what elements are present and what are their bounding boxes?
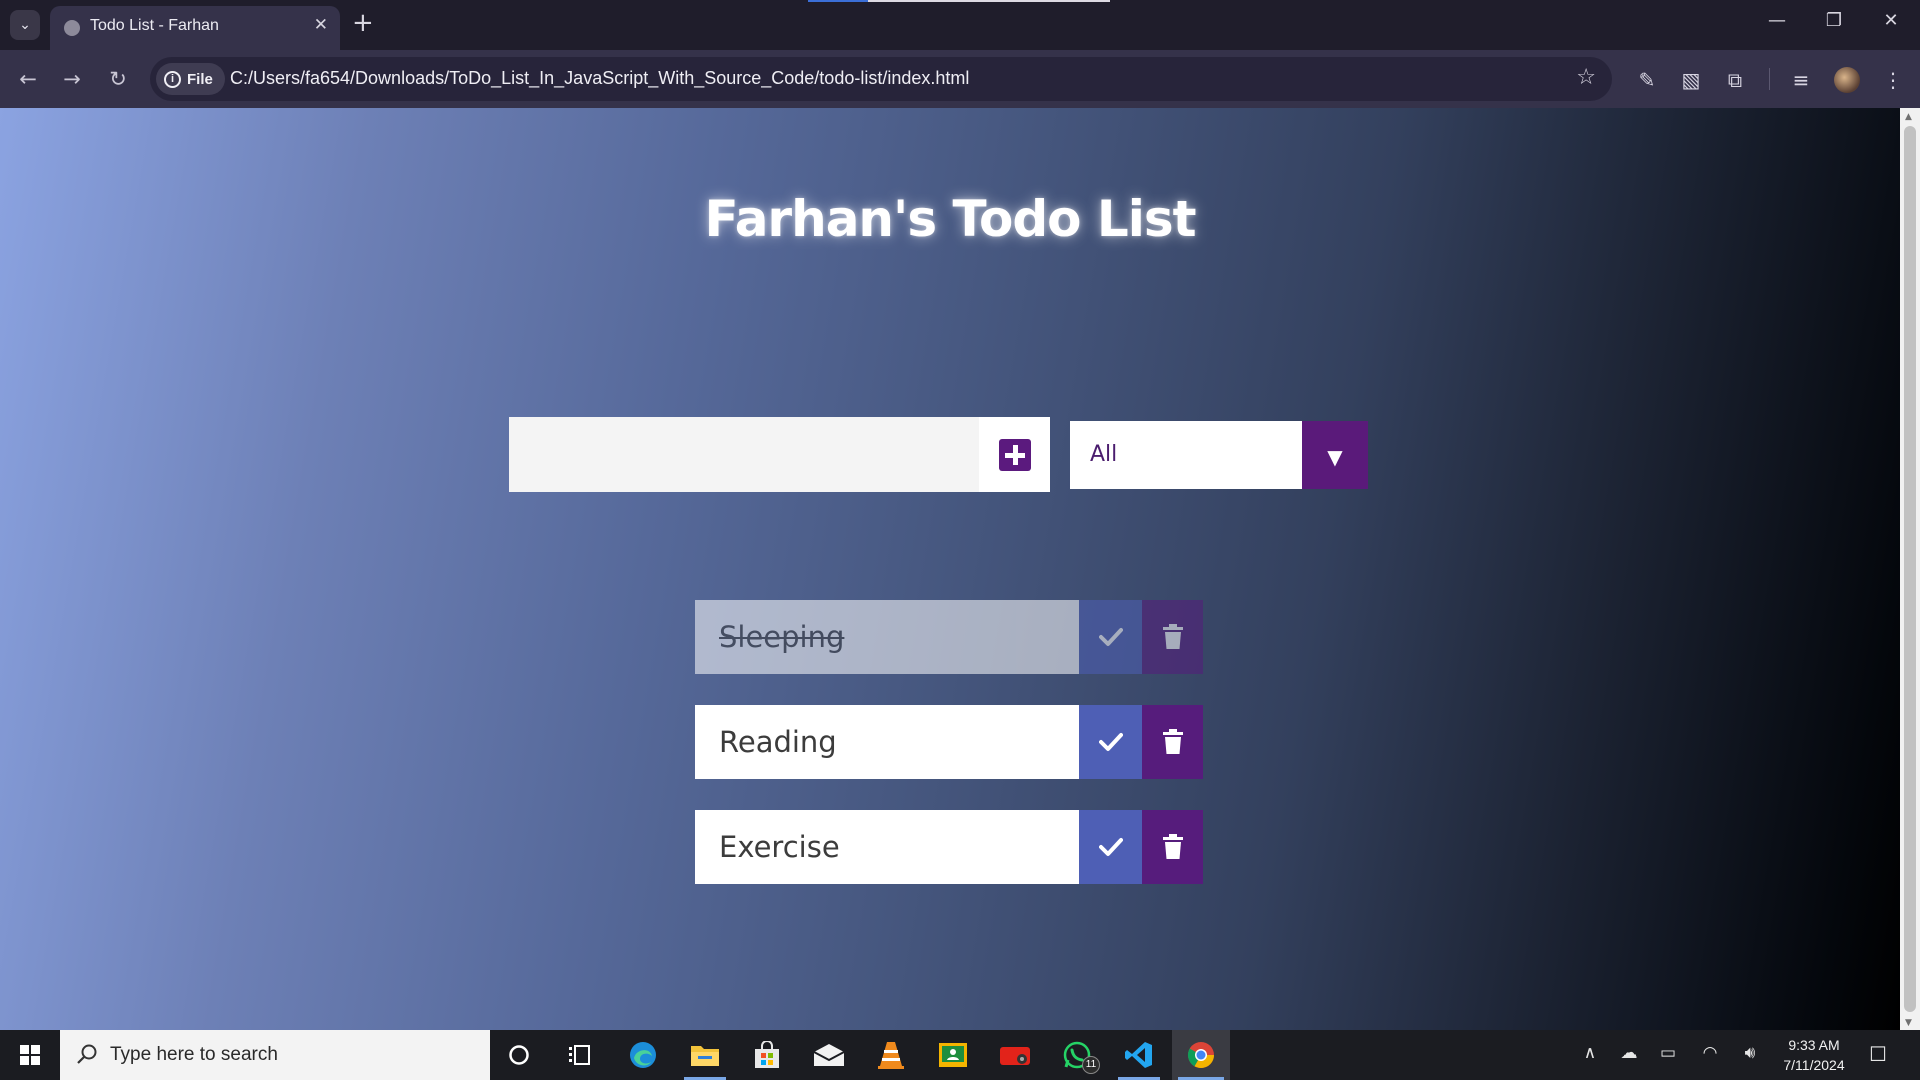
vscode-icon	[1125, 1042, 1152, 1068]
taskbar-screen-recorder[interactable]	[986, 1030, 1044, 1080]
more-menu-icon[interactable]: ⋮	[1879, 66, 1907, 94]
taskbar-search-box[interactable]: Type here to search	[60, 1030, 490, 1080]
close-window-button[interactable]: ✕	[1876, 10, 1906, 31]
taskbar-store[interactable]	[738, 1030, 796, 1080]
notification-center-icon[interactable]: ☐	[1866, 1042, 1890, 1066]
trash-icon	[1162, 624, 1183, 649]
todo-input[interactable]	[509, 417, 979, 492]
delete-button[interactable]	[1142, 705, 1203, 779]
recorder-icon	[1000, 1047, 1030, 1065]
task-view-button[interactable]	[550, 1030, 608, 1080]
minimize-button[interactable]: —	[1762, 10, 1792, 31]
mail-envelope-icon	[813, 1044, 845, 1066]
browser-toolbar: ← → ↻ i File C:/Users/fa654/Downloads/To…	[0, 50, 1920, 108]
todo-item: Reading	[695, 705, 1205, 779]
battery-icon[interactable]: ▭	[1656, 1043, 1680, 1063]
classroom-board-icon	[939, 1043, 967, 1067]
reload-button[interactable]: ↻	[103, 64, 133, 94]
scrollbar-thumb[interactable]	[1904, 126, 1916, 1012]
todo-text: Reading	[695, 705, 1079, 779]
bookmark-star-icon[interactable]: ☆	[1576, 65, 1596, 90]
check-icon	[1098, 628, 1123, 646]
edge-icon	[630, 1042, 656, 1068]
vlc-cone-icon	[878, 1042, 904, 1069]
volume-icon[interactable]: 🔊︎	[1738, 1043, 1762, 1063]
dropdown-arrow-icon[interactable]: ▼	[1302, 421, 1368, 489]
chevron-down-icon: ⌄	[19, 17, 31, 33]
taskbar-mail[interactable]	[800, 1030, 858, 1080]
address-bar[interactable]: i File C:/Users/fa654/Downloads/ToDo_Lis…	[150, 57, 1612, 101]
clock-time: 9:33 AM	[1788, 1037, 1840, 1053]
wifi-icon[interactable]: ◠	[1698, 1043, 1722, 1063]
add-todo-button[interactable]	[979, 417, 1050, 492]
site-info-chip[interactable]: i File	[156, 63, 225, 95]
scroll-down-arrow-icon[interactable]: ▼	[1905, 1018, 1912, 1028]
browser-tab[interactable]: Todo List - Farhan ✕	[50, 6, 340, 50]
toolbar-divider	[1769, 68, 1770, 90]
eyedropper-extension-icon[interactable]: ✎	[1633, 66, 1661, 94]
page-viewport: Farhan's Todo List All ▼ Sleeping Readin…	[0, 108, 1900, 1030]
scroll-up-arrow-icon[interactable]: ▲	[1905, 112, 1912, 122]
site-info-label: File	[187, 70, 213, 88]
taskbar-file-explorer[interactable]	[676, 1030, 734, 1080]
folder-icon	[691, 1046, 719, 1066]
todo-text: Exercise	[695, 810, 1079, 884]
check-icon	[1098, 733, 1123, 751]
forward-button[interactable]: →	[57, 64, 87, 94]
filter-selected-value[interactable]: All	[1070, 421, 1302, 489]
show-hidden-icons-chevron-icon[interactable]: ∧	[1578, 1043, 1602, 1063]
url-text[interactable]: C:/Users/fa654/Downloads/ToDo_List_In_Ja…	[230, 68, 969, 89]
loading-indicator	[808, 0, 1110, 2]
taskbar-classroom[interactable]	[924, 1030, 982, 1080]
filter-select[interactable]: All ▼	[1070, 421, 1368, 489]
document-extension-icon[interactable]: ▧	[1677, 66, 1705, 94]
back-button[interactable]: ←	[13, 64, 43, 94]
start-button[interactable]	[0, 1030, 60, 1080]
todo-list: Sleeping Reading Exercise	[695, 600, 1205, 915]
windows-logo-icon	[20, 1045, 40, 1065]
cortana-circle-icon	[509, 1045, 529, 1065]
restore-button[interactable]: ❐	[1819, 10, 1849, 31]
tab-title: Todo List - Farhan	[90, 17, 219, 34]
vertical-scrollbar[interactable]: ▲ ▼	[1900, 108, 1920, 1030]
profile-avatar[interactable]	[1834, 67, 1860, 93]
media-control-icon[interactable]: ≡	[1787, 66, 1815, 94]
check-icon	[1098, 838, 1123, 856]
task-view-icon	[569, 1045, 590, 1065]
store-bag-icon	[755, 1041, 779, 1068]
delete-button[interactable]	[1142, 810, 1203, 884]
system-clock[interactable]: 9:33 AM 7/11/2024	[1768, 1035, 1860, 1075]
delete-button[interactable]	[1142, 600, 1203, 674]
complete-button[interactable]	[1079, 705, 1142, 779]
cortana-button[interactable]	[490, 1030, 548, 1080]
todo-item: Exercise	[695, 810, 1205, 884]
notification-badge: 11	[1082, 1056, 1100, 1074]
todo-item: Sleeping	[695, 600, 1205, 674]
windows-taskbar: Type here to search 11 ∧ ☁ ▭ ◠ 🔊︎ 9:33 A…	[0, 1030, 1920, 1080]
taskbar-whatsapp[interactable]: 11	[1048, 1030, 1106, 1080]
chrome-icon	[1187, 1042, 1215, 1069]
onedrive-cloud-icon[interactable]: ☁	[1617, 1043, 1641, 1063]
complete-button[interactable]	[1079, 810, 1142, 884]
complete-button[interactable]	[1079, 600, 1142, 674]
trash-icon	[1162, 834, 1183, 859]
taskbar-vscode[interactable]	[1110, 1030, 1168, 1080]
taskbar-vlc[interactable]	[862, 1030, 920, 1080]
browser-tab-strip: ⌄ Todo List - Farhan ✕ + — ❐ ✕	[0, 0, 1920, 50]
plus-square-icon	[998, 438, 1031, 471]
taskbar-edge[interactable]	[614, 1030, 672, 1080]
tab-close-icon[interactable]: ✕	[314, 15, 328, 35]
page-title: Farhan's Todo List	[704, 190, 1196, 248]
search-icon	[77, 1044, 97, 1064]
new-tab-button[interactable]: +	[352, 9, 374, 37]
globe-icon	[64, 20, 80, 36]
info-icon: i	[164, 70, 181, 88]
tab-search-button[interactable]: ⌄	[10, 10, 40, 40]
todo-text: Sleeping	[695, 600, 1079, 674]
extensions-puzzle-icon[interactable]: ⧉	[1721, 66, 1749, 94]
clock-date: 7/11/2024	[1783, 1057, 1845, 1073]
trash-icon	[1162, 729, 1183, 754]
taskbar-chrome[interactable]	[1172, 1030, 1230, 1080]
search-placeholder: Type here to search	[110, 1044, 278, 1065]
